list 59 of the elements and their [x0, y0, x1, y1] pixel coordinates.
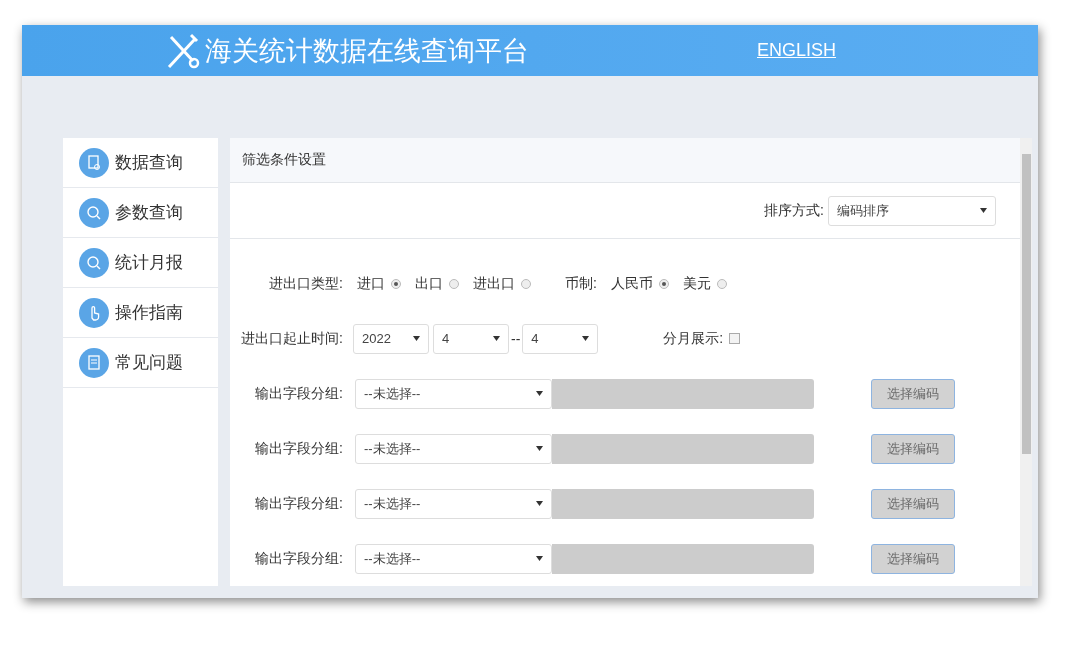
radio-button[interactable]	[391, 278, 401, 289]
sort-label: 排序方式:	[764, 201, 824, 220]
sort-dropdown[interactable]: 编码排序	[828, 195, 996, 226]
option-label: 人民币	[610, 274, 653, 293]
month-dropdown[interactable]: 4	[522, 323, 599, 354]
option-label: 美元	[682, 274, 711, 293]
sidebar-item[interactable]: 数据查询	[63, 138, 218, 188]
dropdown-value: --未选择--	[364, 549, 421, 568]
sidebar-item[interactable]: 操作指南	[63, 288, 218, 338]
radio-button[interactable]	[716, 278, 727, 289]
sidebar-item[interactable]: 统计月报	[63, 238, 218, 288]
sidebar-label: 数据查询	[115, 152, 183, 174]
caret-icon	[536, 391, 543, 396]
document-icon	[79, 147, 109, 178]
caret-icon	[582, 336, 590, 341]
hand-icon	[79, 297, 109, 328]
option-label: 进口	[357, 274, 385, 293]
caret-icon	[413, 336, 420, 341]
sidebar-item[interactable]: 常见问题	[63, 338, 218, 388]
dropdown-value: 4	[531, 331, 539, 346]
caret-icon	[493, 336, 500, 341]
field-label: 进出口类型:	[268, 274, 343, 293]
dropdown-value: --未选择--	[364, 439, 421, 458]
radio-button[interactable]	[521, 278, 531, 289]
range-separator: --	[511, 330, 521, 347]
radio-button[interactable]	[449, 278, 459, 289]
list-icon	[79, 347, 109, 378]
caret-icon	[536, 556, 543, 561]
search-icon	[79, 247, 109, 278]
dropdown-value: 4	[442, 331, 450, 346]
month-dropdown[interactable]: 4	[433, 323, 509, 354]
option-label: 进出口	[473, 274, 515, 293]
sidebar-label: 统计月报	[115, 252, 183, 274]
radio-button[interactable]	[658, 278, 669, 289]
dropdown-value: 2022	[362, 331, 391, 346]
year-dropdown[interactable]: 2022	[353, 323, 429, 354]
field-label: 输出字段分组:	[254, 549, 343, 568]
sidebar-label: 参数查询	[115, 202, 183, 224]
scrollbar[interactable]	[1020, 138, 1032, 586]
field-label: 输出字段分组:	[254, 439, 343, 458]
field-label: 进出口起止时间:	[240, 329, 343, 348]
search-icon	[79, 197, 109, 228]
sidebar-item[interactable]: 参数查询	[63, 188, 218, 238]
caret-icon	[536, 501, 543, 506]
sidebar-label: 操作指南	[115, 302, 183, 324]
field-label: 币制:	[565, 274, 597, 293]
option-label: 出口	[415, 274, 443, 293]
panel-title: 筛选条件设置	[230, 138, 1020, 183]
dropdown-value: --未选择--	[364, 384, 421, 403]
dropdown-value: 编码排序	[837, 201, 889, 220]
field-label: 输出字段分组:	[254, 384, 343, 403]
checkbox[interactable]	[729, 333, 741, 344]
site-title: 海关统计数据在线查询平台	[205, 34, 529, 68]
field-label: 分月展示:	[663, 329, 724, 348]
dropdown-value: --未选择--	[364, 494, 421, 513]
field-label: 输出字段分组:	[254, 494, 343, 513]
caret-icon	[980, 208, 987, 213]
caret-icon	[536, 446, 543, 451]
sidebar-label: 常见问题	[115, 352, 183, 374]
